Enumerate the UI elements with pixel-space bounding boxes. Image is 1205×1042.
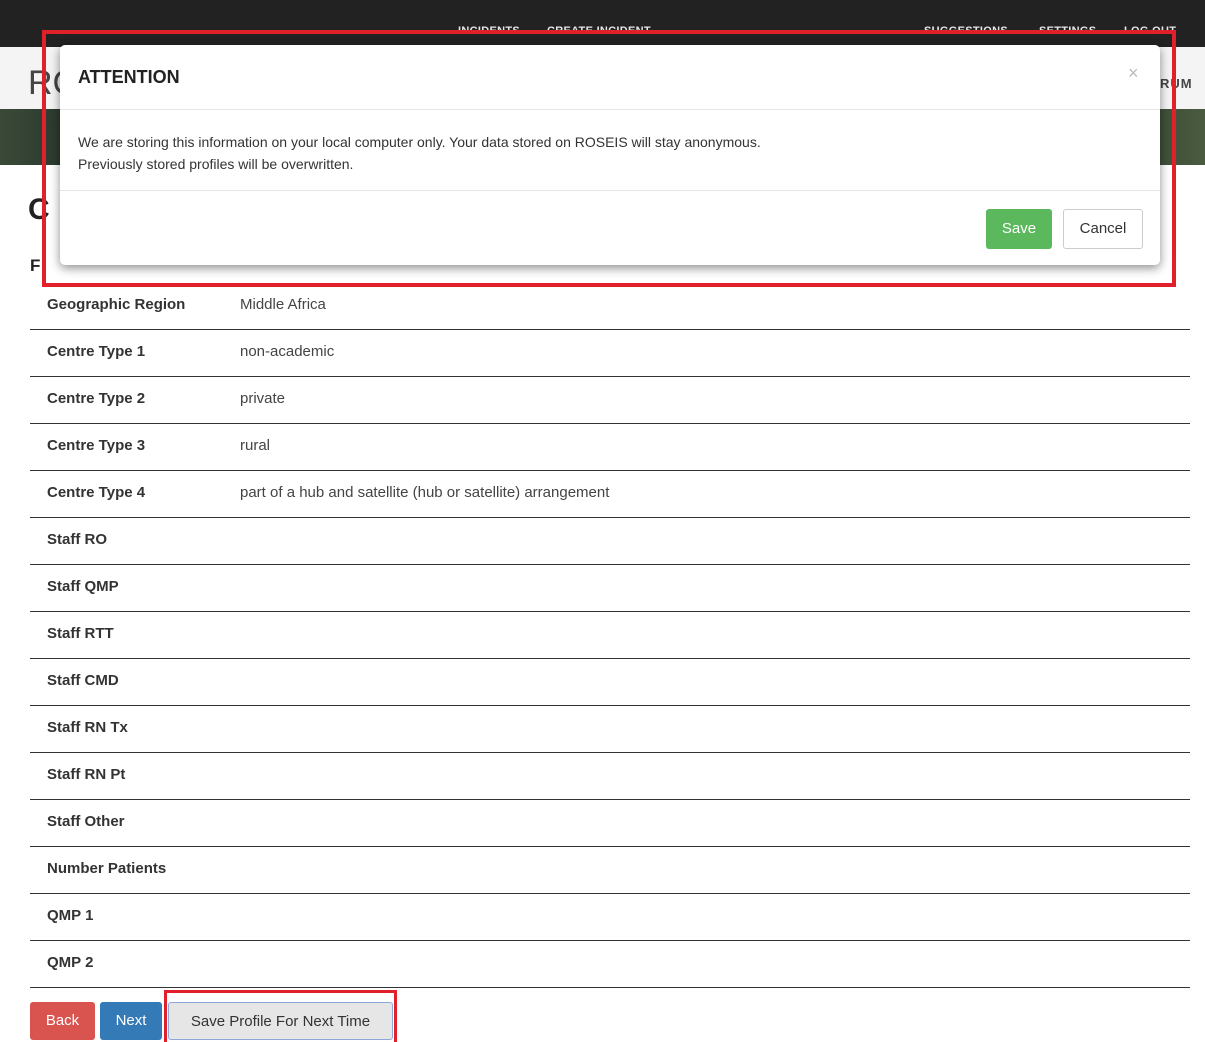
table-row: Centre Type 2 private bbox=[30, 377, 1190, 424]
back-button[interactable]: Back bbox=[30, 1002, 95, 1040]
row-label: Centre Type 4 bbox=[47, 484, 146, 501]
section-heading: F bbox=[30, 256, 41, 275]
table-row: Centre Type 4 part of a hub and satellite… bbox=[30, 471, 1190, 518]
row-value: part of a hub and satellite (hub or sate… bbox=[240, 484, 610, 501]
row-label: Staff Other bbox=[47, 813, 125, 830]
row-value: Middle Africa bbox=[240, 296, 326, 313]
row-label: Staff CMD bbox=[47, 672, 119, 689]
highlight-box-modal bbox=[42, 30, 1176, 287]
row-value: non-academic bbox=[240, 343, 335, 360]
table-row: Staff QMP bbox=[30, 565, 1190, 612]
row-label: Staff RN Tx bbox=[47, 719, 128, 736]
table-row: Staff RTT bbox=[30, 612, 1190, 659]
table-row: Staff RO bbox=[30, 518, 1190, 565]
row-label: Centre Type 2 bbox=[47, 390, 146, 407]
table-row: Staff RN Pt bbox=[30, 753, 1190, 800]
centre-info-table: Geographic Region Middle Africa Centre Typ… bbox=[30, 283, 1190, 988]
row-label: Staff QMP bbox=[47, 578, 119, 595]
table-row: Centre Type 3 rural bbox=[30, 424, 1190, 471]
row-label: QMP 1 bbox=[47, 907, 94, 924]
table-row: Number Patients bbox=[30, 847, 1190, 894]
row-label: Centre Type 1 bbox=[47, 343, 146, 360]
row-label: Staff RTT bbox=[47, 625, 114, 642]
row-label: Geographic Region bbox=[47, 296, 186, 313]
table-row: Geographic Region Middle Africa bbox=[30, 283, 1190, 330]
row-label: Number Patients bbox=[47, 860, 167, 877]
table-row: Staff RN Tx bbox=[30, 706, 1190, 753]
row-value: private bbox=[240, 390, 286, 407]
table-row: Staff CMD bbox=[30, 659, 1190, 706]
row-label: Staff RO bbox=[47, 531, 107, 548]
table-row: Staff Other bbox=[30, 800, 1190, 847]
row-label: QMP 2 bbox=[47, 954, 94, 971]
row-label: Centre Type 3 bbox=[47, 437, 146, 454]
row-label: Staff RN Pt bbox=[47, 766, 126, 783]
table-row: Centre Type 1 non-academic bbox=[30, 330, 1190, 377]
next-button[interactable]: Next bbox=[100, 1002, 162, 1040]
highlight-box-save-profile bbox=[164, 990, 397, 1042]
table-row: QMP 2 bbox=[30, 941, 1190, 988]
row-value: rural bbox=[240, 437, 271, 454]
table-row: QMP 1 bbox=[30, 894, 1190, 941]
